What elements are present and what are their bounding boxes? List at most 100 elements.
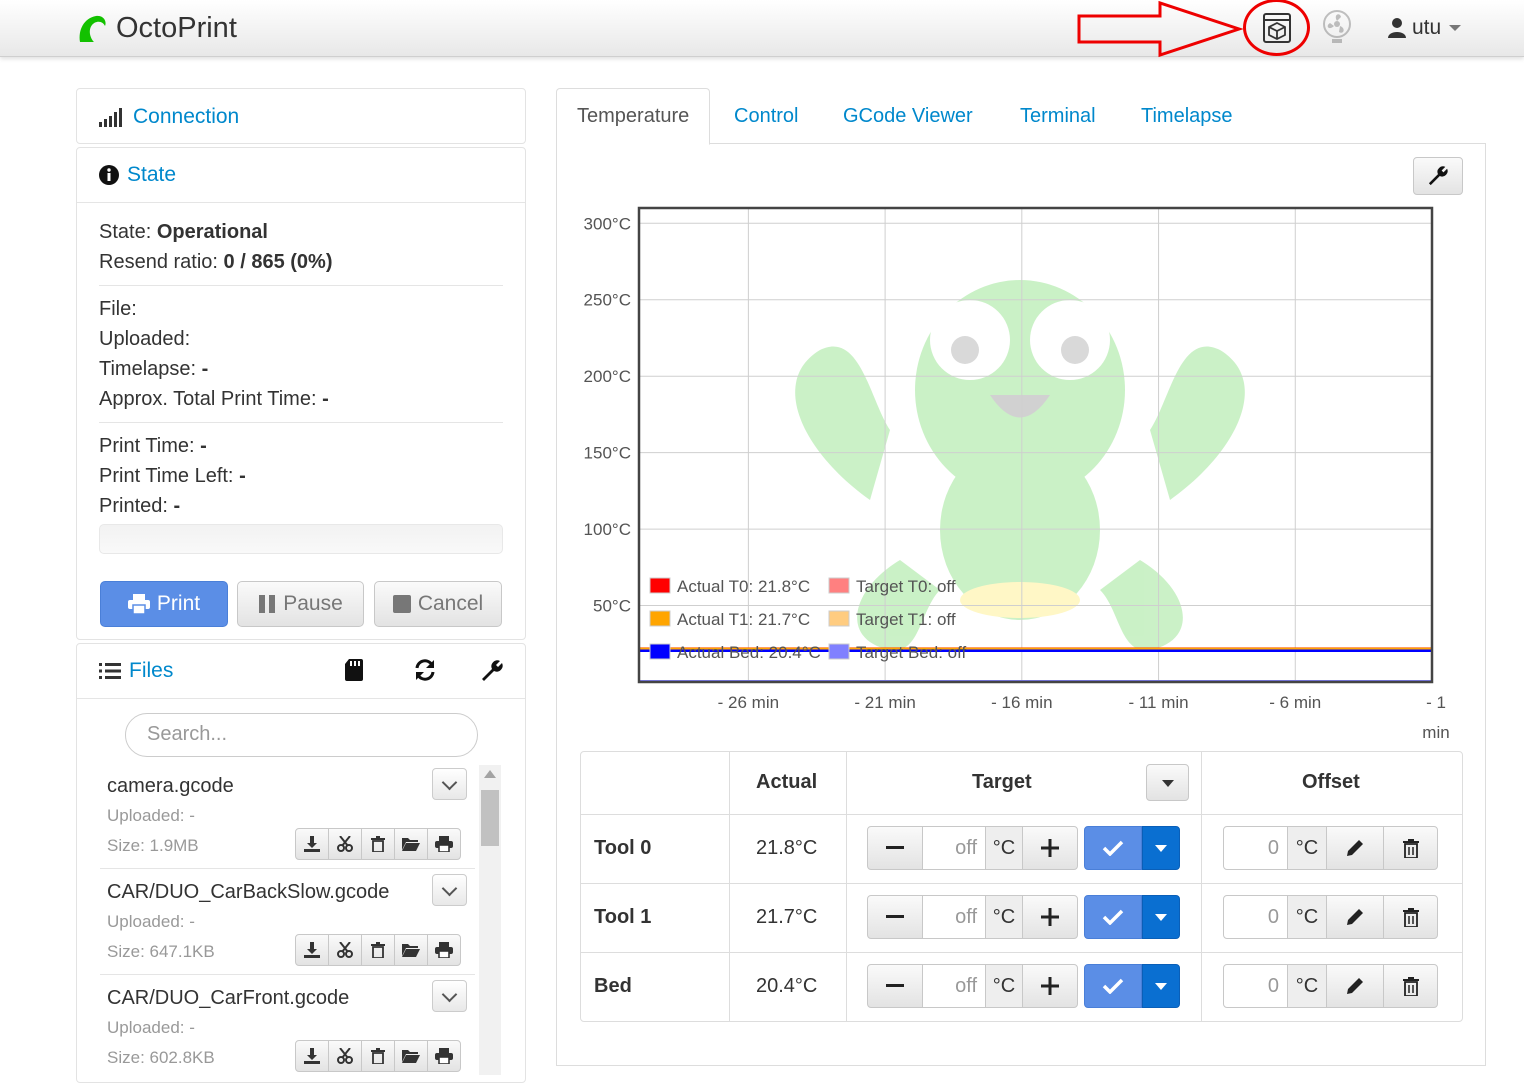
chart-x-ticks: - 26 min - 21 min - 16 min - 11 min - 6 min -… — [718, 693, 1450, 742]
pencil-icon[interactable] — [1326, 964, 1384, 1008]
print-file-icon[interactable] — [427, 934, 461, 966]
target-input[interactable]: off — [922, 826, 986, 870]
cancel-button[interactable]: Cancel — [374, 581, 502, 627]
offset-input-group: 0 °C — [1223, 895, 1438, 939]
divider — [99, 285, 503, 286]
offset-input[interactable]: 0 — [1223, 895, 1288, 939]
file-list-item[interactable]: CAR/DUO_CarBackSlow.gcode Uploaded: - Si… — [100, 874, 475, 976]
print-file-icon[interactable] — [427, 828, 461, 860]
delete-icon[interactable] — [361, 1040, 395, 1072]
decrement-button[interactable] — [867, 826, 923, 870]
tab-control[interactable]: Control — [714, 88, 818, 144]
caret-down-icon[interactable] — [1142, 895, 1180, 939]
file-expand-toggle[interactable] — [432, 874, 467, 906]
state-header[interactable]: State — [77, 148, 525, 203]
download-icon[interactable] — [295, 934, 329, 966]
tab-terminal[interactable]: Terminal — [1000, 88, 1116, 144]
trash-icon[interactable] — [1383, 895, 1438, 939]
increment-button[interactable] — [1022, 826, 1078, 870]
download-icon[interactable] — [295, 828, 329, 860]
checkmark-icon[interactable] — [1084, 895, 1142, 939]
y-tick-label: 200°C — [584, 367, 631, 386]
printed-value: - — [173, 495, 181, 517]
scroll-up-icon[interactable] — [484, 770, 496, 778]
target-input[interactable]: off — [922, 895, 986, 939]
x-tick-label: - 1 — [1426, 693, 1446, 712]
files-title[interactable]: Files — [129, 659, 173, 683]
increment-button[interactable] — [1022, 964, 1078, 1008]
load-icon[interactable] — [394, 1040, 428, 1072]
file-expand-toggle[interactable] — [432, 980, 467, 1012]
offset-input[interactable]: 0 — [1223, 964, 1288, 1008]
wrench-icon[interactable] — [481, 660, 503, 682]
sd-card-icon[interactable] — [345, 659, 363, 681]
pause-button[interactable]: Pause — [237, 581, 364, 627]
power-icon[interactable] — [1318, 8, 1356, 46]
tab-timelapse[interactable]: Timelapse — [1121, 88, 1253, 144]
file-list-item[interactable]: CAR/DUO_CarFront.gcode Uploaded: - Size:… — [100, 980, 475, 1077]
trash-icon[interactable] — [1383, 964, 1438, 1008]
row-name: Bed — [594, 975, 632, 997]
divider — [729, 752, 730, 1021]
file-uploaded: Uploaded: - — [107, 1018, 195, 1037]
system-menu-icon[interactable] — [1258, 8, 1298, 46]
file-name[interactable]: CAR/DUO_CarFront.gcode — [107, 987, 349, 1010]
refresh-icon[interactable] — [413, 659, 437, 681]
file-name[interactable]: camera.gcode — [107, 775, 234, 798]
row-name: Tool 1 — [594, 906, 652, 928]
pencil-icon[interactable] — [1326, 826, 1384, 870]
user-menu[interactable]: utu — [1388, 12, 1462, 44]
load-icon[interactable] — [394, 934, 428, 966]
y-tick-label: 250°C — [584, 291, 631, 310]
decrement-button[interactable] — [867, 964, 923, 1008]
print-button[interactable]: Print — [100, 581, 228, 627]
state-body: State: Operational Resend ratio: 0 / 865… — [77, 203, 525, 554]
load-icon[interactable] — [394, 828, 428, 860]
download-icon[interactable] — [295, 1040, 329, 1072]
main-tabs: Temperature Control GCode Viewer Termina… — [556, 88, 1486, 145]
file-name[interactable]: CAR/DUO_CarBackSlow.gcode — [107, 881, 389, 904]
file-line: File: — [99, 294, 503, 324]
scrollbar-thumb[interactable] — [481, 790, 499, 846]
slice-icon[interactable] — [328, 934, 362, 966]
offset-input[interactable]: 0 — [1223, 826, 1288, 870]
printtime-line: Print Time: - — [99, 431, 503, 461]
pencil-icon[interactable] — [1326, 895, 1384, 939]
file-list-item[interactable]: camera.gcode Uploaded: - Size: 1.9MB — [100, 768, 475, 870]
decrement-button[interactable] — [867, 895, 923, 939]
approx-label: Approx. Total Print Time: — [99, 388, 317, 410]
timeleft-line: Print Time Left: - — [99, 461, 503, 491]
connection-header[interactable]: Connection — [77, 89, 525, 144]
tab-gcode-viewer[interactable]: GCode Viewer — [823, 88, 993, 144]
target-input[interactable]: off — [922, 964, 986, 1008]
printtime-label: Print Time: — [99, 435, 195, 457]
slice-icon[interactable] — [328, 828, 362, 860]
brand[interactable]: OctoPrint — [76, 8, 237, 48]
target-preset-dropdown[interactable] — [1146, 764, 1189, 801]
file-expand-toggle[interactable] — [432, 768, 467, 800]
delete-icon[interactable] — [361, 934, 395, 966]
checkmark-icon[interactable] — [1084, 964, 1142, 1008]
x-tick-label: - 6 min — [1269, 693, 1321, 712]
annotation-arrow-icon — [1077, 0, 1244, 58]
target-input-group: off °C — [867, 895, 1078, 939]
file-search-input[interactable]: Search... — [125, 713, 478, 757]
printed-line: Printed: - — [99, 491, 503, 521]
delete-icon[interactable] — [361, 828, 395, 860]
checkmark-icon[interactable] — [1084, 826, 1142, 870]
files-header: Files — [77, 644, 525, 699]
trash-icon[interactable] — [1383, 826, 1438, 870]
state-line: State: Operational — [99, 217, 503, 247]
legend-label: Actual T1: 21.7°C — [677, 610, 810, 629]
connection-title: Connection — [133, 104, 240, 128]
resend-line: Resend ratio: 0 / 865 (0%) — [99, 247, 503, 277]
slice-icon[interactable] — [328, 1040, 362, 1072]
y-tick-label: 100°C — [584, 520, 631, 539]
graph-settings-button[interactable] — [1413, 157, 1463, 195]
increment-button[interactable] — [1022, 895, 1078, 939]
offset-input-group: 0 °C — [1223, 964, 1438, 1008]
tab-temperature[interactable]: Temperature — [556, 88, 711, 145]
caret-down-icon[interactable] — [1142, 826, 1180, 870]
print-file-icon[interactable] — [427, 1040, 461, 1072]
caret-down-icon[interactable] — [1142, 964, 1180, 1008]
